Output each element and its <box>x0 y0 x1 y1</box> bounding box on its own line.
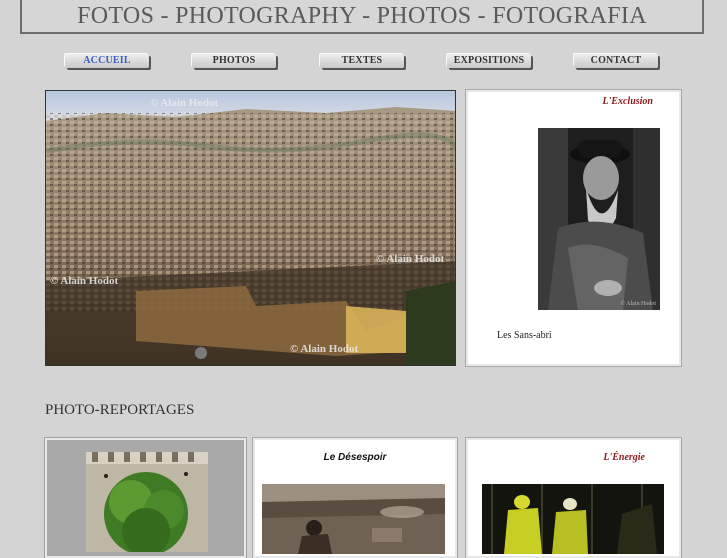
nav-textes-button[interactable]: TEXTES <box>320 54 404 68</box>
hero-city-photo[interactable]: © Alain Hodot © Alain Hodot © Alain Hodo… <box>45 90 456 366</box>
hero-watermark-4: © Alain Hodot <box>290 343 359 355</box>
desespoir-image <box>262 484 445 554</box>
reportage-3-title[interactable]: L'Énergie <box>603 452 645 463</box>
energie-image <box>482 484 664 554</box>
reportage-card-3[interactable]: L'Énergie <box>465 437 682 558</box>
desespoir-photo[interactable] <box>262 484 445 554</box>
nav-photos-button[interactable]: PHOTOS <box>192 54 276 68</box>
hero-watermark-2: © Alain Hodot <box>376 253 445 265</box>
site-banner: FOTOS - PHOTOGRAPHY - PHOTOS - FOTOGRAFI… <box>20 0 704 34</box>
site-title: FOTOS - PHOTOGRAPHY - PHOTOS - FOTOGRAFI… <box>77 2 647 29</box>
nav-contact-button[interactable]: CONTACT <box>574 54 658 68</box>
tree-wall-photo[interactable] <box>86 452 208 552</box>
hero-watermark-1: © Alain Hodot <box>150 97 219 109</box>
reportage-card-1[interactable] <box>44 437 247 558</box>
homeless-man-photo[interactable]: © Alain Hodot <box>538 128 660 310</box>
nav-accueil-button[interactable]: ACCUEIL <box>65 54 149 68</box>
exclusion-caption[interactable]: Les Sans-abri <box>497 330 552 341</box>
portrait-watermark: © Alain Hodot <box>620 301 656 307</box>
hero-watermark-3: © Alain Hodot <box>50 275 119 287</box>
reportage-2-title[interactable]: Le Désespoir <box>255 452 455 463</box>
tree-wall-image <box>86 452 208 552</box>
reportage-card-2[interactable]: Le Désespoir <box>252 437 458 558</box>
energie-photo[interactable] <box>482 484 664 554</box>
homeless-portrait-image <box>538 128 660 310</box>
exclusion-title[interactable]: L'Exclusion <box>602 96 653 107</box>
section-heading: PHOTO-REPORTAGES <box>45 402 195 418</box>
nav-expositions-button[interactable]: EXPOSITIONS <box>447 54 531 68</box>
city-landscape-image <box>46 91 455 365</box>
exclusion-panel[interactable]: L'Exclusion © Alain Hodot Les Sans-abri <box>465 89 682 367</box>
